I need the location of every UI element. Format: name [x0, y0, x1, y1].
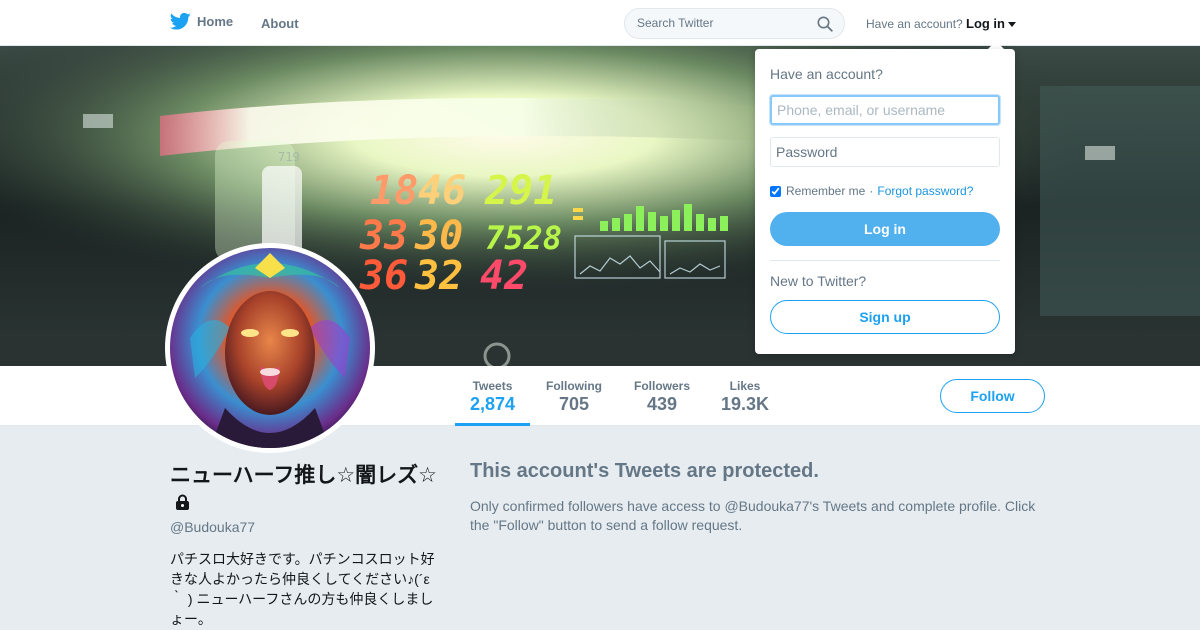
username-field[interactable]: [770, 95, 1000, 125]
banner-digit-r1c3: 291: [484, 168, 557, 214]
nav-about-link[interactable]: About: [261, 16, 299, 31]
banner-small-number: 719: [278, 150, 300, 164]
profile-bio: パチスロ大好きです。パチンコスロット好きな人よかったら仲良くしてください♪(´ε…: [170, 551, 435, 627]
stat-likes[interactable]: Likes 19.3K: [715, 366, 775, 426]
follow-button[interactable]: Follow: [940, 379, 1045, 413]
stat-followers-value: 439: [646, 394, 678, 414]
signup-button[interactable]: Sign up: [770, 300, 1000, 334]
screen-name[interactable]: @Budouka77: [170, 519, 255, 535]
remember-me: Remember me · Forgot password?: [770, 184, 973, 198]
remember-separator: ·: [869, 184, 874, 198]
banner-digit-r1c1: 18: [370, 168, 418, 214]
stat-following-label: Following: [546, 379, 602, 393]
search-icon[interactable]: [817, 16, 833, 32]
protected-text: Only confirmed followers have access to …: [470, 498, 1036, 533]
avatar-image: [170, 248, 370, 448]
banner-digit-r3c2: 32: [414, 253, 463, 299]
forgot-password-link[interactable]: Forgot password?: [877, 184, 973, 198]
banner-digit-r3c3: 42: [480, 253, 528, 299]
stat-followers-label: Followers: [633, 379, 690, 393]
profile-name: ニューハーフ推し☆闇レズ☆: [170, 462, 445, 518]
lock-icon: [176, 494, 189, 510]
stat-tweets-value: 2,874: [469, 394, 516, 414]
have-account-text: Have an account?: [866, 17, 963, 31]
stat-followers[interactable]: Followers 439: [626, 366, 698, 426]
banner-digit-r1c2: 46: [418, 168, 466, 214]
search-box: [624, 8, 845, 39]
twitter-bird-icon: [170, 12, 191, 30]
top-navigation: Home About Have an account? Log in: [0, 0, 1200, 46]
stat-following[interactable]: Following 705: [538, 366, 610, 426]
stat-following-value: 705: [558, 394, 590, 414]
remember-me-label: Remember me: [786, 184, 866, 198]
login-button[interactable]: Log in: [770, 212, 1000, 246]
stat-likes-label: Likes: [729, 379, 761, 393]
remember-me-checkbox[interactable]: [770, 185, 781, 197]
banner-digit-r3c1: 36: [359, 253, 408, 299]
avatar[interactable]: [165, 243, 375, 453]
dropdown-divider: [770, 260, 1000, 261]
stat-tweets[interactable]: Tweets 2,874: [455, 366, 530, 426]
profile-name-text: ニューハーフ推し☆闇レズ☆: [170, 464, 437, 487]
nav-home-label: Home: [197, 14, 234, 29]
banner-digit-r2c3: 7528: [485, 219, 562, 257]
login-dropdown: Have an account? Remember me · Forgot pa…: [755, 49, 1015, 354]
dropdown-heading: Have an account?: [770, 66, 883, 82]
new-to-twitter-text: New to Twitter?: [770, 273, 867, 289]
stat-tweets-label: Tweets: [472, 379, 513, 393]
nav-home-link[interactable]: Home: [170, 12, 233, 31]
login-link-label: Log in: [966, 16, 1005, 31]
password-field[interactable]: [770, 137, 1000, 167]
chevron-down-icon: [1008, 21, 1016, 27]
login-dropdown-toggle[interactable]: Log in: [966, 16, 1016, 31]
protected-title: This account's Tweets are protected.: [470, 460, 819, 482]
search-input[interactable]: [637, 16, 812, 30]
stat-likes-value: 19.3K: [720, 394, 770, 414]
